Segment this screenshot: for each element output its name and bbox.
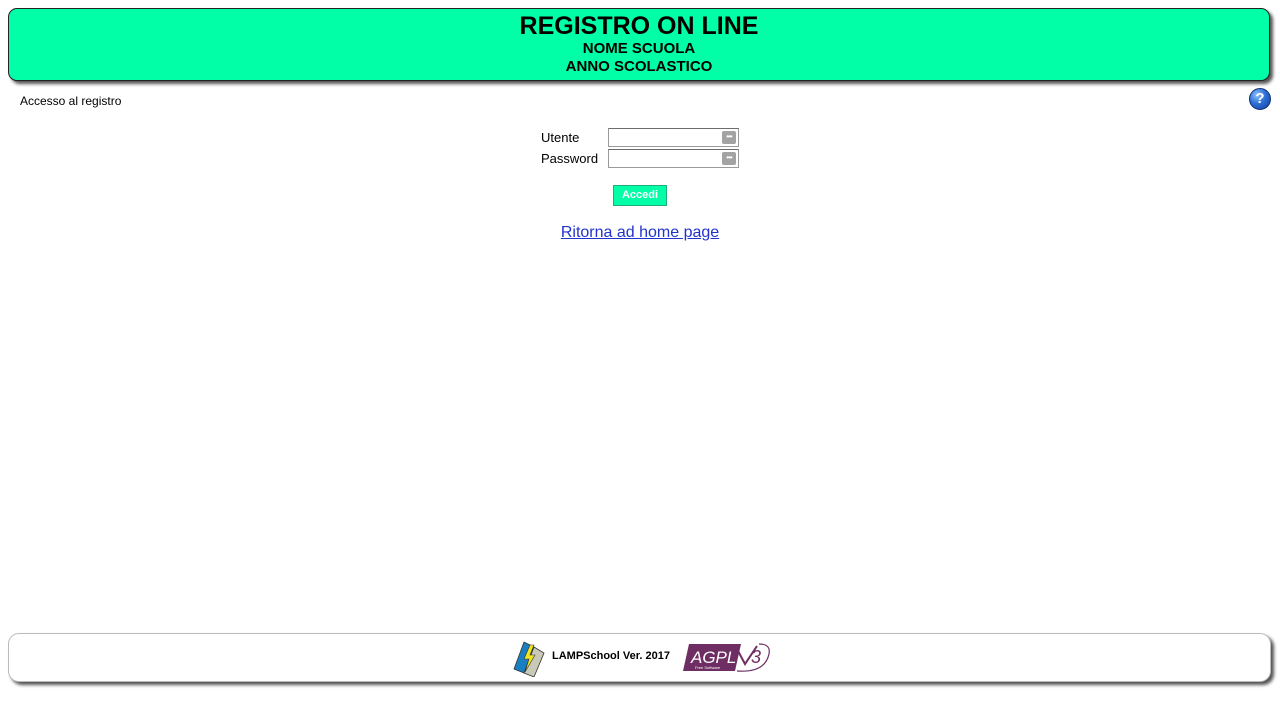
svg-text:3: 3 xyxy=(751,647,761,667)
user-label: Utente xyxy=(541,130,580,145)
version-text: LAMPSchool Ver. 2017 xyxy=(552,650,670,662)
lampschool-logo xyxy=(513,641,545,677)
header-school-year: ANNO SCOLASTICO xyxy=(565,58,713,75)
home-link-row: Ritorna ad home page xyxy=(0,224,1280,242)
page-footer: LAMPSchool Ver. 2017 AGPL Free Software … xyxy=(8,633,1271,682)
help-icon[interactable]: ? xyxy=(1249,88,1271,110)
header-school-name: NOME SCUOLA xyxy=(582,40,696,57)
password-field[interactable]: ••• xyxy=(608,149,739,168)
user-input[interactable] xyxy=(609,129,725,146)
svg-text:Free Software: Free Software xyxy=(695,665,721,670)
agpl-license-logo: AGPL Free Software 3 xyxy=(683,643,770,672)
home-link[interactable]: Ritorna ad home page xyxy=(561,224,719,241)
user-field[interactable]: ••• xyxy=(608,128,739,147)
header-title: REGISTRO ON LINE xyxy=(519,12,759,40)
login-button[interactable]: Accedi xyxy=(613,185,667,206)
key-autofill-icon[interactable]: ••• xyxy=(722,152,736,165)
password-input[interactable] xyxy=(609,150,725,167)
breadcrumb: Accesso al registro xyxy=(20,94,122,108)
password-label: Password xyxy=(541,151,599,166)
key-autofill-icon[interactable]: ••• xyxy=(722,131,736,144)
page-header: REGISTRO ON LINE NOME SCUOLA ANNO SCOLAS… xyxy=(8,8,1270,81)
